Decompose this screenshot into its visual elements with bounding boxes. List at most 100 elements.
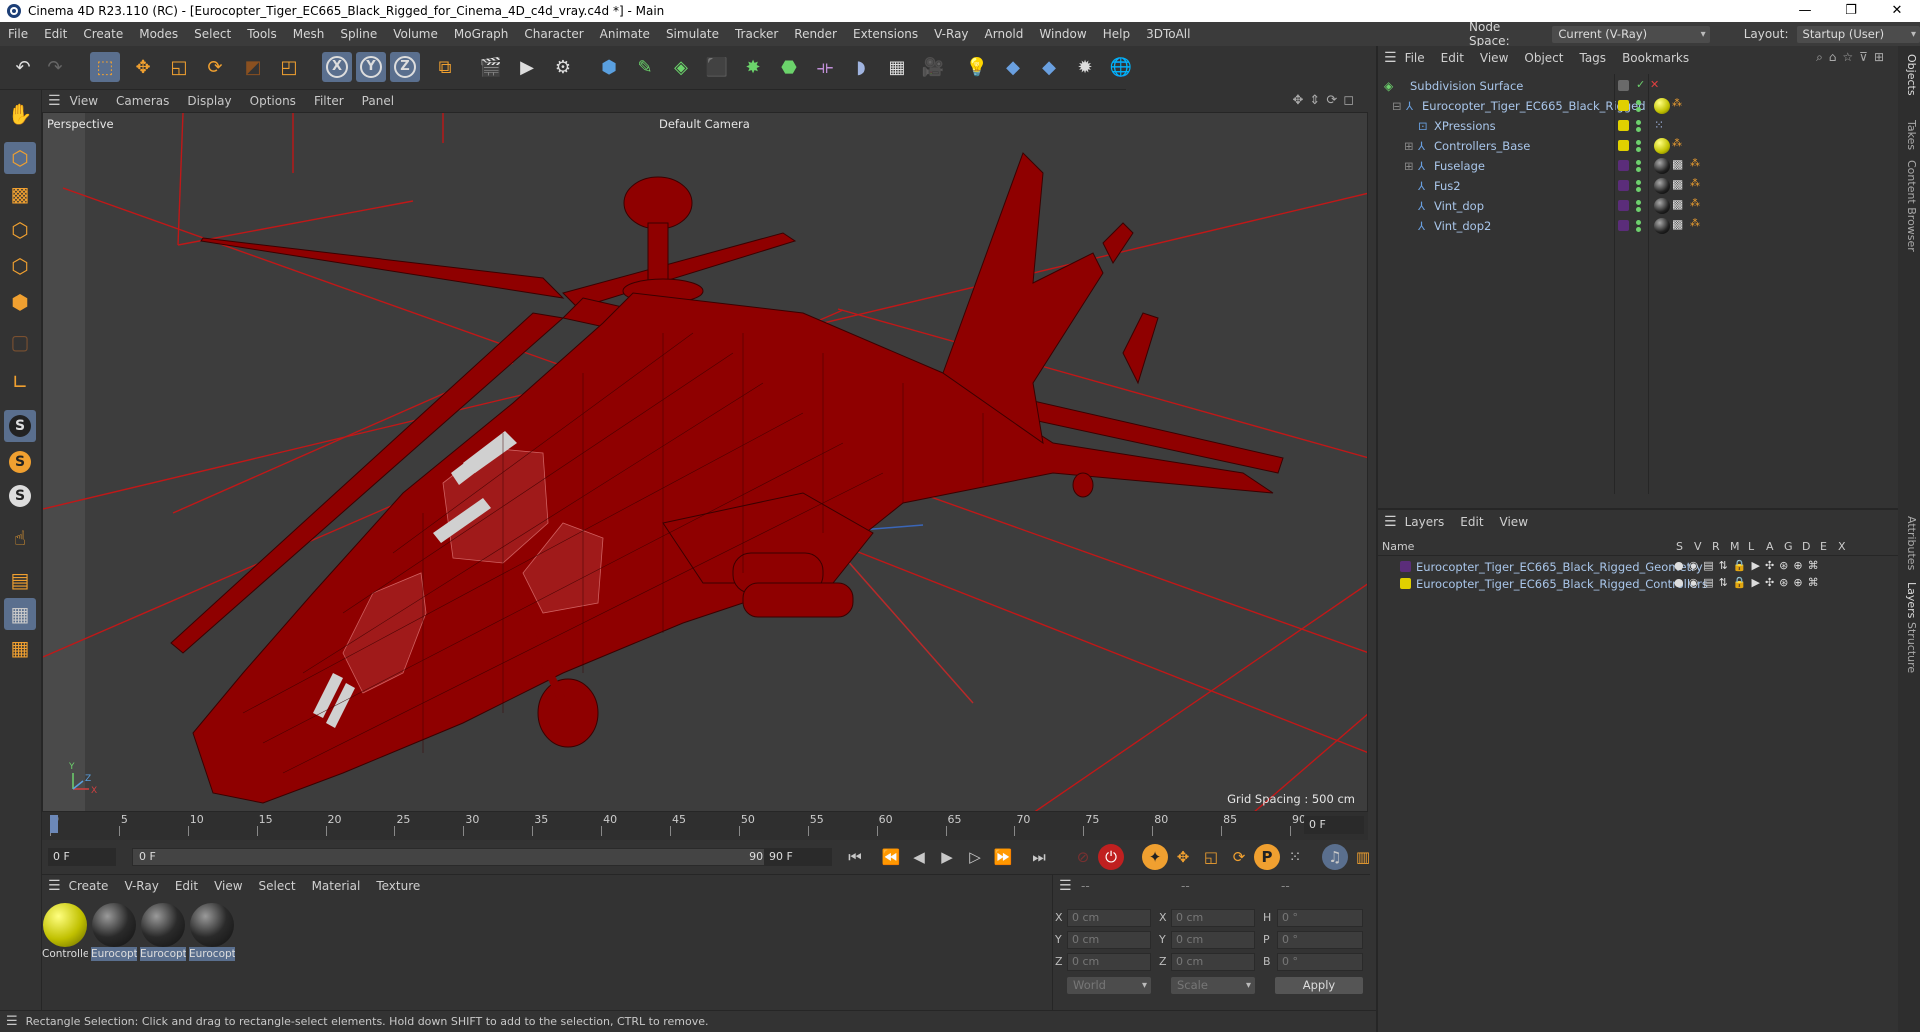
editor-visibility-dot[interactable] [1636, 100, 1641, 105]
subdivision-surface-icon[interactable]: ◈ [666, 52, 696, 82]
obj-menu-view[interactable]: View [1472, 51, 1516, 65]
viewport-menu-options[interactable]: Options [241, 94, 305, 108]
enabled-x-icon[interactable]: ✕ [1650, 78, 1659, 91]
menu-edit[interactable]: Edit [36, 22, 75, 46]
viewport-3d[interactable]: Y Z X Perspective Default Camera Grid Sp… [42, 112, 1368, 812]
python-generator-icon[interactable]: ◆ [998, 52, 1028, 82]
mat-menu-edit[interactable]: Edit [167, 879, 206, 893]
protection-tag-icon[interactable]: ⁂ [1672, 138, 1682, 149]
object-row[interactable]: ⊞ ⅄ Controllers_Base ⁂ [1378, 136, 1898, 156]
make-editable-icon[interactable]: ✋ [4, 98, 36, 130]
volume-builder-icon[interactable]: ⬣ [774, 52, 804, 82]
render-view-icon[interactable]: 🎬 [476, 52, 506, 82]
workplane-icon[interactable]: ▤ [4, 564, 36, 596]
menu-create[interactable]: Create [75, 22, 131, 46]
tab-layers[interactable]: Layers [1900, 582, 1918, 618]
flag-header-s[interactable]: S [1676, 540, 1683, 553]
size-mode-dropdown[interactable]: Scale [1171, 977, 1255, 994]
layer-color-chip[interactable] [1400, 578, 1411, 589]
field-icon[interactable]: ◗ [846, 52, 876, 82]
timeline-window-icon[interactable]: ▥ [1350, 844, 1376, 870]
menu-vray[interactable]: V-Ray [926, 22, 976, 46]
mat-menu-select[interactable]: Select [251, 879, 304, 893]
layer-row[interactable]: Eurocopter_Tiger_EC665_Black_Rigged_Geom… [1378, 558, 1898, 575]
snap-settings-icon[interactable]: S [4, 446, 36, 478]
mat-menu-vray[interactable]: V-Ray [116, 879, 166, 893]
layer-chip[interactable] [1618, 80, 1629, 91]
live-selection-icon[interactable]: ⬚ [90, 52, 120, 82]
protection-tag-icon[interactable]: ⁂ [1690, 198, 1700, 209]
obj-menu-edit[interactable]: Edit [1433, 51, 1472, 65]
tab-takes[interactable]: Takes [1900, 120, 1918, 150]
render-visibility-dot[interactable] [1636, 127, 1641, 132]
flag-header-r[interactable]: R [1712, 540, 1720, 553]
maximize-icon[interactable]: ❐ [1828, 0, 1874, 22]
menu-volume[interactable]: Volume [385, 22, 446, 46]
flag-header-m[interactable]: M [1730, 540, 1740, 553]
vray-settings-icon[interactable]: ✹ [1070, 52, 1100, 82]
x-axis-icon[interactable]: X [322, 52, 352, 82]
tree-collapse-icon[interactable]: ⊟ [1392, 99, 1402, 113]
obj-menu-bookmarks[interactable]: Bookmarks [1614, 51, 1697, 65]
spline-pen-icon[interactable]: ✎ [630, 52, 660, 82]
flag-header-e[interactable]: E [1820, 540, 1827, 553]
panel-menu-icon[interactable]: ☰ [48, 93, 61, 109]
timeline-ruler[interactable]: 051015202530354045505560657075808590 0 F [42, 812, 1368, 840]
panel-menu-icon[interactable]: ☰ [1384, 514, 1397, 530]
viewport-navigation-icons[interactable]: ✥⇕⟳◻ [1293, 93, 1360, 108]
flag-header-x[interactable]: X [1838, 540, 1846, 553]
model-mode-icon[interactable]: ⬡ [4, 142, 36, 174]
menu-modes[interactable]: Modes [131, 22, 186, 46]
current-frame-field[interactable]: 0 F [1304, 816, 1364, 834]
uvw-tag-icon[interactable]: ▩ [1672, 197, 1683, 211]
light-object-icon[interactable]: 💡 [962, 52, 992, 82]
object-row[interactable]: ⅄ Vint_dop2 ▩ ⁂ [1378, 216, 1898, 236]
size-z-field[interactable]: 0 cm [1171, 953, 1255, 971]
recent-tools-icon[interactable]: ◩ [238, 52, 268, 82]
menu-window[interactable]: Window [1031, 22, 1094, 46]
panel-menu-icon[interactable]: ☰ [48, 878, 61, 894]
tree-expand-icon[interactable]: ⊞ [1404, 139, 1414, 153]
axis-mode-icon[interactable]: ∟ [4, 366, 36, 398]
menu-mesh[interactable]: Mesh [285, 22, 333, 46]
undo-icon[interactable]: ↶ [8, 52, 38, 82]
editor-visibility-dot[interactable] [1636, 200, 1641, 205]
z-axis-icon[interactable]: Z [390, 52, 420, 82]
active-camera-label[interactable]: Default Camera [657, 117, 752, 131]
key-parameter-icon[interactable]: P [1254, 844, 1280, 870]
goto-end-icon[interactable]: ⏭ [1026, 844, 1052, 870]
layer-chip[interactable] [1618, 180, 1629, 191]
vray-globe-icon[interactable]: 🌐 [1106, 52, 1136, 82]
layer-flag-icons[interactable]: ●◉▤⇅🔒▶✣⊛⊕⌘ [1674, 559, 1824, 572]
menu-arnold[interactable]: Arnold [977, 22, 1032, 46]
mat-menu-texture[interactable]: Texture [368, 879, 428, 893]
material-swatch[interactable]: Eurocopt [189, 903, 235, 961]
render-settings-icon[interactable]: ⚙ [548, 52, 578, 82]
flag-header-g[interactable]: G [1784, 540, 1793, 553]
redo-icon[interactable]: ↷ [40, 52, 70, 82]
render-visibility-dot[interactable] [1636, 187, 1641, 192]
render-visibility-dot[interactable] [1636, 207, 1641, 212]
object-row[interactable]: ⊟ ⅄ Eurocopter_Tiger_EC665_Black_Rigged … [1378, 96, 1898, 116]
material-swatch[interactable]: Eurocopt [91, 903, 137, 961]
obj-menu-file[interactable]: File [1397, 51, 1433, 65]
material-tag-icon[interactable] [1654, 158, 1670, 174]
editor-visibility-dot[interactable] [1636, 180, 1641, 185]
close-icon[interactable]: ✕ [1874, 0, 1920, 22]
frame-range-slider[interactable]: 0 F 90 F [132, 848, 780, 866]
layout-dropdown[interactable]: Startup (User) [1796, 25, 1920, 43]
menu-tools[interactable]: Tools [239, 22, 285, 46]
points-mode-icon[interactable]: ⬡ [4, 214, 36, 246]
visibility-check-icon[interactable]: ✓ [1636, 78, 1645, 91]
flag-header-v[interactable]: V [1694, 540, 1702, 553]
object-row[interactable]: ⅄ Vint_dop ▩ ⁂ [1378, 196, 1898, 216]
panel-menu-icon[interactable]: ☰ [1059, 878, 1072, 894]
uvw-tag-icon[interactable]: ▩ [1672, 177, 1683, 191]
uvw-tag-icon[interactable]: ▩ [1672, 157, 1683, 171]
step-forward-icon[interactable]: ▷ [962, 844, 988, 870]
panel-menu-icon[interactable]: ☰ [1384, 50, 1397, 66]
rot-h-field[interactable]: 0 ° [1277, 909, 1363, 927]
key-position-icon[interactable]: ✥ [1170, 844, 1196, 870]
texture-mode-icon[interactable]: ▩ [4, 178, 36, 210]
editor-visibility-dot[interactable] [1636, 140, 1641, 145]
